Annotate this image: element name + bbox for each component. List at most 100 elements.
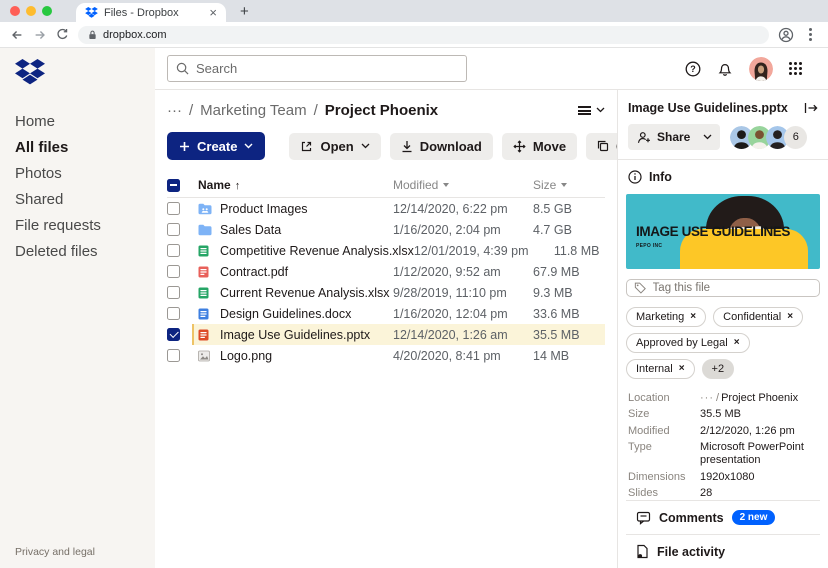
location-more[interactable]: ···	[700, 392, 714, 404]
breadcrumb-parent[interactable]: Marketing Team	[200, 102, 306, 119]
tab-close-icon[interactable]: ×	[209, 6, 217, 19]
window-zoom-button[interactable]	[42, 6, 52, 16]
privacy-legal-link[interactable]: Privacy and legal	[15, 546, 145, 558]
table-row[interactable]: Design Guidelines.docx 1/16/2020, 12:04 …	[167, 303, 605, 324]
meta-value-dimensions: 1920x1080	[700, 471, 818, 484]
tag-list: Marketing Confidential Approved by Legal…	[626, 307, 820, 379]
search-icon	[176, 62, 189, 75]
tag-input-box[interactable]	[626, 279, 820, 296]
refresh-icon[interactable]	[56, 28, 69, 41]
collaborator-count[interactable]: 6	[784, 126, 807, 149]
table-row[interactable]: Contract.pdf 1/12/2020, 9:52 am 67.9 MB	[167, 261, 605, 282]
table-row-selected[interactable]: Image Use Guidelines.pptx 12/14/2020, 1:…	[167, 324, 605, 345]
window-controls[interactable]	[10, 0, 52, 22]
browser-profile-icon[interactable]	[778, 27, 794, 43]
column-header-modified[interactable]: Modified	[393, 178, 533, 192]
create-button[interactable]: Create	[167, 132, 265, 160]
file-name[interactable]: Logo.png	[220, 349, 393, 363]
row-checkbox-checked[interactable]	[167, 328, 180, 341]
file-preview-thumbnail[interactable]: IMAGE USE GUIDELINES PEPO INC	[626, 194, 820, 269]
tag-pill[interactable]: Approved by Legal	[626, 333, 750, 353]
table-row[interactable]: Competitive Revenue Analysis.xlsx 12/01/…	[167, 240, 605, 261]
preview-slide-title: IMAGE USE GUIDELINES	[636, 224, 790, 239]
selected-file-title: Image Use Guidelines.pptx	[628, 101, 788, 115]
file-name[interactable]: Product Images	[220, 202, 393, 216]
url-bar[interactable]: dropbox.com	[78, 26, 769, 44]
move-button[interactable]: Move	[502, 133, 577, 160]
share-options-chevron[interactable]	[699, 124, 720, 150]
window-minimize-button[interactable]	[26, 6, 36, 16]
row-checkbox[interactable]	[167, 265, 180, 278]
file-activity-section-toggle[interactable]: File activity	[626, 534, 820, 568]
notifications-bell-icon[interactable]	[717, 61, 733, 77]
sidebar-item-all-files[interactable]: All files	[15, 140, 145, 156]
open-button[interactable]: Open	[289, 133, 380, 160]
account-avatar[interactable]	[749, 57, 773, 81]
row-checkbox[interactable]	[167, 349, 180, 362]
table-row[interactable]: Product Images 12/14/2020, 6:22 pm 8.5 G…	[167, 198, 605, 219]
sidebar-item-shared[interactable]: Shared	[15, 192, 145, 208]
search-box[interactable]	[167, 55, 467, 82]
share-button[interactable]: Share	[628, 124, 720, 150]
comments-section-toggle[interactable]: Comments 2 new	[626, 500, 820, 534]
file-activity-icon	[636, 544, 649, 559]
tag-pill[interactable]: Marketing	[626, 307, 706, 327]
view-toggle-button[interactable]	[578, 106, 605, 115]
details-panel: Image Use Guidelines.pptx Share	[617, 90, 828, 568]
row-checkbox[interactable]	[167, 286, 180, 299]
file-size: 14 MB	[533, 349, 605, 363]
row-checkbox[interactable]	[167, 307, 180, 320]
table-row[interactable]: Logo.png 4/20/2020, 8:41 pm 14 MB	[167, 345, 605, 366]
table-row[interactable]: Current Revenue Analysis.xlsx 9/28/2019,…	[167, 282, 605, 303]
select-all-checkbox[interactable]	[167, 179, 180, 192]
file-name[interactable]: Contract.pdf	[220, 265, 393, 279]
remove-tag-icon[interactable]	[679, 364, 685, 374]
apps-grid-icon[interactable]	[789, 62, 802, 75]
table-row[interactable]: Sales Data 1/16/2020, 2:04 pm 4.7 GB	[167, 219, 605, 240]
column-header-name[interactable]: Name	[198, 178, 393, 192]
window-close-button[interactable]	[10, 6, 20, 16]
file-name[interactable]: Design Guidelines.docx	[220, 307, 393, 321]
browser-tab[interactable]: Files - Dropbox ×	[76, 3, 226, 22]
meta-value-slides: 28	[700, 487, 818, 500]
file-name[interactable]: Competitive Revenue Analysis.xlsx	[220, 244, 414, 258]
help-icon[interactable]: ?	[685, 61, 701, 77]
sidebar-item-file-requests[interactable]: File requests	[15, 218, 145, 234]
file-size: 4.7 GB	[533, 223, 605, 237]
tag-pill[interactable]: Confidential	[713, 307, 803, 327]
back-icon[interactable]	[10, 28, 24, 42]
file-name[interactable]: Image Use Guidelines.pptx	[220, 328, 393, 342]
remove-tag-icon[interactable]	[690, 312, 696, 322]
file-name[interactable]: Sales Data	[220, 223, 393, 237]
tag-input[interactable]	[653, 282, 812, 294]
search-input[interactable]	[196, 61, 458, 76]
collaborator-avatars[interactable]: 6	[730, 126, 807, 149]
column-header-size[interactable]: Size	[533, 178, 605, 192]
url-text: dropbox.com	[103, 29, 167, 41]
sidebar-item-deleted-files[interactable]: Deleted files	[15, 244, 145, 260]
browser-menu-icon[interactable]	[809, 33, 812, 36]
breadcrumb-more[interactable]: ···	[167, 102, 182, 119]
remove-tag-icon[interactable]	[734, 338, 740, 348]
meta-value-location[interactable]: ···/Project Phoenix	[700, 392, 818, 405]
new-comments-badge: 2 new	[732, 510, 776, 525]
row-checkbox[interactable]	[167, 223, 180, 236]
file-name[interactable]: Current Revenue Analysis.xlsx	[220, 286, 393, 300]
sidebar-item-photos[interactable]: Photos	[15, 166, 145, 182]
sidebar-item-home[interactable]: Home	[15, 114, 145, 130]
forward-icon[interactable]	[33, 28, 47, 42]
file-modified: 1/12/2020, 9:52 am	[393, 265, 533, 279]
row-checkbox[interactable]	[167, 202, 180, 215]
tag-pill[interactable]: Internal	[626, 359, 695, 379]
download-button[interactable]: Download	[390, 133, 493, 160]
remove-tag-icon[interactable]	[787, 312, 793, 322]
collapse-panel-icon[interactable]	[804, 102, 818, 114]
top-bar: ?	[155, 48, 828, 90]
dropbox-logo-icon[interactable]	[15, 59, 145, 90]
image-file-icon	[198, 350, 212, 362]
pdf-file-icon	[198, 266, 212, 278]
row-checkbox[interactable]	[167, 244, 180, 257]
powerpoint-file-icon	[198, 329, 212, 341]
new-tab-button[interactable]: +	[240, 4, 249, 19]
tags-overflow-pill[interactable]: +2	[702, 359, 735, 379]
